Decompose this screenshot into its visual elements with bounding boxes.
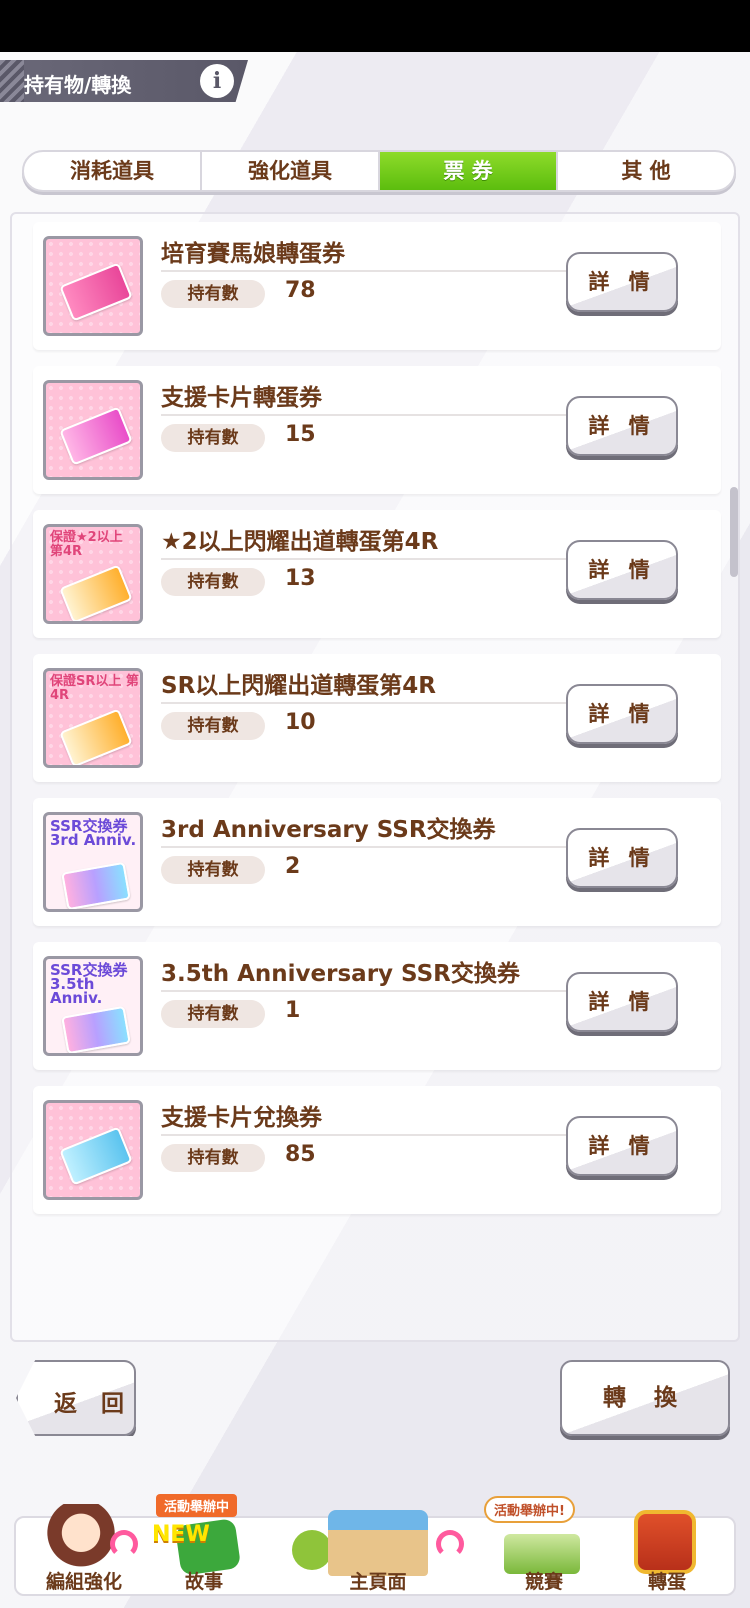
horseshoe-icon [436, 1530, 464, 1558]
icon-tag: 保證SR以上 第4R [50, 674, 139, 703]
tab-enhancement[interactable]: 強化道具 [202, 152, 380, 190]
list-item: 支援卡片轉蛋券 持有數 15 詳 情 [33, 366, 721, 494]
count-value: 1 [285, 998, 301, 1023]
ticket-pink-icon [43, 380, 143, 480]
count-value: 10 [285, 710, 316, 735]
count-value: 2 [285, 854, 301, 879]
count-label: 持有數 [161, 1000, 265, 1028]
nav-race[interactable]: 活動舉辦中! 競賽 [484, 1496, 604, 1600]
status-bar [0, 0, 750, 52]
info-icon[interactable]: i [200, 64, 234, 98]
nav-label: 故事 [184, 1571, 223, 1593]
nav-story[interactable]: 活動舉辦中 NEW 故事 [144, 1494, 264, 1600]
count-label: 持有數 [161, 568, 265, 596]
count-value: 13 [285, 566, 316, 591]
list-item: SSR交換券 3rd Anniv. 3rd Anniversary SSR交換券… [33, 798, 721, 926]
ticket-ssr-icon: SSR交換券 3rd Anniv. [43, 812, 143, 912]
nav-label: 主頁面 [349, 1571, 407, 1593]
horseshoe-icon [110, 1530, 138, 1558]
ticket-pink-icon [43, 236, 143, 336]
icon-tag: 保證★2以上 第4R [50, 530, 123, 559]
detail-button[interactable]: 詳 情 [566, 396, 678, 456]
count-label: 持有數 [161, 712, 265, 740]
item-name: 支援卡片轉蛋券 [161, 385, 322, 411]
count-value: 85 [285, 1142, 316, 1167]
count-value: 78 [285, 278, 316, 303]
scrollbar[interactable] [730, 487, 738, 577]
tree-icon [292, 1530, 332, 1570]
category-tabs: 消耗道具 強化道具 票 券 其 他 [22, 150, 736, 192]
count-label: 持有數 [161, 856, 265, 884]
page-title: 持有物/轉換 [24, 73, 132, 97]
back-button-label[interactable]: 返 回 [54, 1384, 132, 1418]
nav-team-building[interactable]: 編組強化 [24, 1500, 144, 1600]
ticket-ssr-icon: SSR交換券 3.5th Anniv. [43, 956, 143, 1056]
icon-tag: SSR交換券 3rd Anniv. [50, 817, 137, 849]
tab-tickets[interactable]: 票 券 [380, 152, 558, 190]
item-name: 3.5th Anniversary SSR交換券 [161, 961, 520, 987]
detail-button[interactable]: 詳 情 [566, 252, 678, 312]
tab-consumables[interactable]: 消耗道具 [24, 152, 202, 190]
icon-tag: SSR交換券 3.5th Anniv. [50, 961, 128, 1007]
count-value: 15 [285, 422, 316, 447]
ticket-guarantee-icon: 保證SR以上 第4R [43, 668, 143, 768]
nav-label: 轉蛋 [647, 1571, 686, 1593]
count-label: 持有數 [161, 280, 265, 308]
list-item: 支援卡片兌換券 持有數 85 詳 情 [33, 1086, 721, 1214]
nav-home[interactable]: 主頁面 [288, 1500, 468, 1600]
list-item: SSR交換券 3.5th Anniv. 3.5th Anniversary SS… [33, 942, 721, 1070]
detail-button[interactable]: 詳 情 [566, 684, 678, 744]
nav-gacha[interactable]: 轉蛋 [612, 1500, 722, 1600]
event-badge: 活動舉辦中 [156, 1494, 238, 1517]
nav-label: 編組強化 [45, 1571, 122, 1593]
detail-button[interactable]: 詳 情 [566, 972, 678, 1032]
character-icon [46, 1504, 116, 1576]
list-item: 保證★2以上 第4R ★2以上閃耀出道轉蛋第4R 持有數 13 詳 情 [33, 510, 721, 638]
detail-button[interactable]: 詳 情 [566, 1116, 678, 1176]
list-item: 培育賽馬娘轉蛋券 持有數 78 詳 情 [33, 222, 721, 350]
item-name: 支援卡片兌換券 [161, 1105, 322, 1131]
ticket-guarantee-icon: 保證★2以上 第4R [43, 524, 143, 624]
tab-other[interactable]: 其 他 [558, 152, 734, 190]
new-badge: NEW [152, 1522, 210, 1547]
convert-button[interactable]: 轉 換 [560, 1360, 730, 1436]
item-name: 培育賽馬娘轉蛋券 [161, 241, 345, 267]
item-name: ★2以上閃耀出道轉蛋第4R [161, 529, 439, 555]
event-badge: 活動舉辦中! [484, 1496, 575, 1523]
gacha-gate-icon [634, 1510, 696, 1574]
ticket-blue-icon [43, 1100, 143, 1200]
detail-button[interactable]: 詳 情 [566, 540, 678, 600]
item-name: SR以上閃耀出道轉蛋第4R [161, 673, 436, 699]
list-item: 保證SR以上 第4R SR以上閃耀出道轉蛋第4R 持有數 10 詳 情 [33, 654, 721, 782]
detail-button[interactable]: 詳 情 [566, 828, 678, 888]
item-name: 3rd Anniversary SSR交換券 [161, 817, 496, 843]
count-label: 持有數 [161, 424, 265, 452]
nav-label: 競賽 [524, 1571, 563, 1593]
count-label: 持有數 [161, 1144, 265, 1172]
